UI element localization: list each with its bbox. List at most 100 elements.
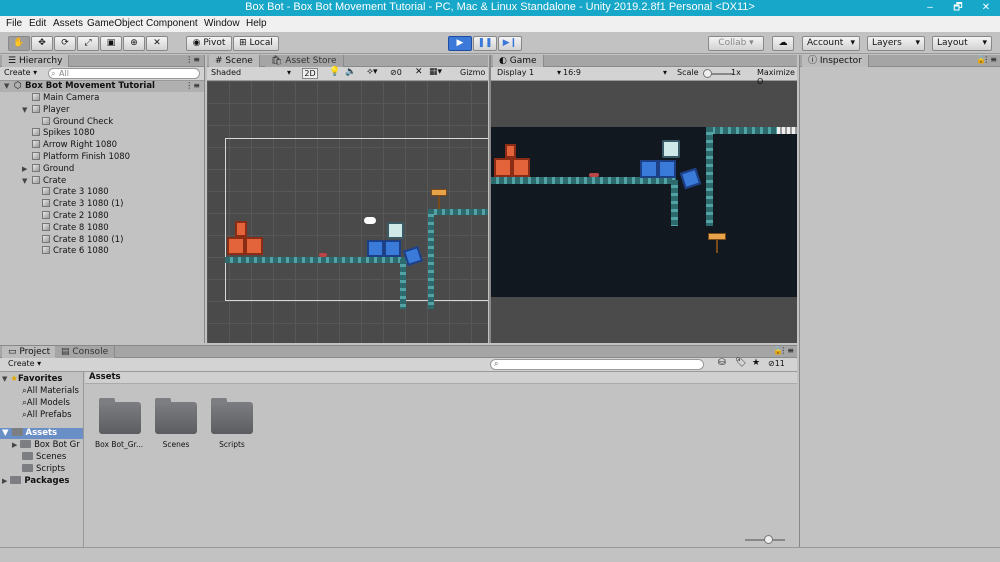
gameobject-cube-icon [42,199,50,208]
toggle-2d-button[interactable]: 2D [302,68,318,79]
lighting-icon[interactable]: 💡 [329,67,340,77]
effects-icon[interactable]: ⟡▾ [367,67,377,77]
menu-component[interactable]: Component [146,18,198,29]
rect-tool-icon[interactable]: ▣ [100,36,122,51]
hierarchy-search-input[interactable]: ⌕ All [48,68,200,79]
project-search-input[interactable]: ⌕ [490,359,704,370]
account-label: Account [807,38,844,48]
custom-tool-icon[interactable]: ✕ [146,36,168,51]
panel-menu-icon[interactable]: ⋮≡ [982,55,997,64]
expand-arrow-icon[interactable]: ▼ [22,106,32,114]
hierarchy-item[interactable]: Crate 3 1080 [32,187,109,197]
scene-menu-icon[interactable]: ⋮≡ [185,81,200,90]
scene-camera-icon[interactable]: ▦▾ [429,67,442,77]
project-create-button[interactable]: Create ▾ [8,359,41,368]
favorite-all-prefabs[interactable]: ⌕All Prefabs [22,410,72,420]
step-button[interactable]: ▶❙ [498,36,522,51]
tab-scene[interactable]: # Scene [209,55,260,67]
scale-slider-handle[interactable] [703,69,712,78]
gizmos-dropdown[interactable]: Gizmo [460,68,485,77]
move-tool-icon[interactable]: ✥ [31,36,53,51]
tab-hierarchy[interactable]: ☰ Hierarchy [2,55,70,67]
hidden-objects-toggle[interactable]: ⊘0 [390,68,402,77]
scene-canvas[interactable] [207,81,488,343]
scene-tab-label: Scene [225,56,253,66]
menu-help[interactable]: Help [246,18,267,29]
hierarchy-item[interactable]: Crate 6 1080 [32,246,109,256]
tree-folder-scripts[interactable]: Scripts [22,464,65,474]
audio-icon[interactable]: 🔈 [345,67,356,77]
tree-folder-box-bot[interactable]: ▶ Box Bot Gr [12,440,80,450]
cloud-icon[interactable]: ☁ [772,36,794,51]
hierarchy-item[interactable]: Spikes 1080 [22,128,95,138]
shading-mode-dropdown[interactable]: Shaded ▾ [211,68,291,77]
menu-edit[interactable]: Edit [29,18,46,29]
minimize-button[interactable]: – [916,0,944,16]
favorite-all-models[interactable]: ⌕All Models [22,398,70,408]
packages-row[interactable]: ▶ Packages [2,476,69,486]
hierarchy-item[interactable]: ▼ Crate [22,175,66,186]
tab-inspector[interactable]: ⓘ Inspector [802,55,869,67]
rotate-tool-icon[interactable]: ⟳ [54,36,76,51]
hierarchy-item[interactable]: ▶ Ground [22,163,74,174]
assets-row[interactable]: ▼ Assets [0,428,83,439]
tree-folder-scenes[interactable]: Scenes [22,452,66,462]
menu-gameobject[interactable]: GameObject [87,18,143,29]
layers-dropdown[interactable]: Layers ▾ [867,36,925,51]
account-dropdown[interactable]: Account ▾ [802,36,860,51]
maximize-button[interactable]: 🗗 [944,0,972,16]
icon-size-slider-handle[interactable] [764,535,773,544]
menu-window[interactable]: Window [204,18,240,29]
hand-tool-icon[interactable]: ✋ [8,36,30,51]
orange-crate [235,221,247,237]
layers-label: Layers [872,38,902,48]
favorite-all-materials[interactable]: ⌕All Materials [22,386,79,396]
local-toggle[interactable]: ⊞ Local [233,36,279,51]
tab-asset-store[interactable]: 🛍 Asset Store [265,55,344,67]
hierarchy-icon: ☰ [8,56,19,66]
hierarchy-item[interactable]: Ground Check [32,116,113,127]
scene-tools-icon[interactable]: ✕ [415,67,423,77]
folder-icon [22,452,33,460]
menu-assets[interactable]: Assets [53,18,83,29]
menu-file[interactable]: File [6,18,22,29]
display-dropdown[interactable]: Display 1 ▾ [497,68,561,77]
tab-project[interactable]: ▭ Project [2,346,58,358]
hierarchy-item[interactable]: ▼ Player [22,104,69,115]
expand-arrow-icon[interactable]: ▼ [22,177,32,185]
panel-menu-icon[interactable]: ⋮≡ [779,346,794,355]
hierarchy-create-button[interactable]: Create ▾ [4,68,37,77]
hierarchy-item[interactable]: Crate 8 1080 (1) [32,234,123,245]
hidden-packages-toggle[interactable]: ⊘11 [768,359,785,368]
filter-label-icon[interactable]: 🏷 [735,358,746,368]
panel-menu-icon[interactable]: ⋮≡ [185,55,200,64]
aspect-dropdown[interactable]: 16:9 ▾ [563,68,667,77]
play-button[interactable]: ▶ [448,36,472,51]
hierarchy-item[interactable]: Crate 8 1080 [32,222,109,233]
layout-dropdown[interactable]: Layout ▾ [932,36,992,51]
favorite-star-icon[interactable]: ★ [752,358,760,368]
filter-type-icon[interactable]: ⛁ [718,358,726,368]
tab-game[interactable]: ◐ Game [493,55,544,67]
transform-tool-icon[interactable]: ⊕ [123,36,145,51]
scale-tool-icon[interactable]: ⤢ [77,36,99,51]
hidden-count: 0 [396,68,402,77]
hierarchy-item[interactable]: Crate 2 1080 [32,211,109,221]
close-button[interactable]: ✕ [972,0,1000,16]
scene-row[interactable]: ▼ ⬡ Box Bot Movement Tutorial ⋮≡ [0,81,204,92]
pivot-toggle[interactable]: ◉ Pivot [186,36,232,51]
expand-arrow-icon[interactable]: ▶ [22,165,32,173]
favorites-row[interactable]: ▼ ★Favorites [2,374,62,384]
collab-dropdown[interactable]: Collab ▾ [708,36,764,51]
folder-item[interactable]: Scenes [151,398,207,462]
tab-console[interactable]: ▤ Console [55,346,116,358]
hierarchy-item[interactable]: Main Camera [22,93,99,103]
pause-button[interactable]: ❚❚ [473,36,497,51]
hierarchy-item[interactable]: Arrow Right 1080 [22,140,117,150]
folder-icon [99,398,141,434]
hierarchy-item[interactable]: Platform Finish 1080 [22,152,130,162]
hierarchy-item[interactable]: Crate 3 1080 (1) [32,199,123,209]
maximize-on-play-toggle[interactable]: Maximize O [757,68,797,86]
ground-platform [491,177,676,184]
folder-item[interactable]: Scripts [207,398,263,462]
